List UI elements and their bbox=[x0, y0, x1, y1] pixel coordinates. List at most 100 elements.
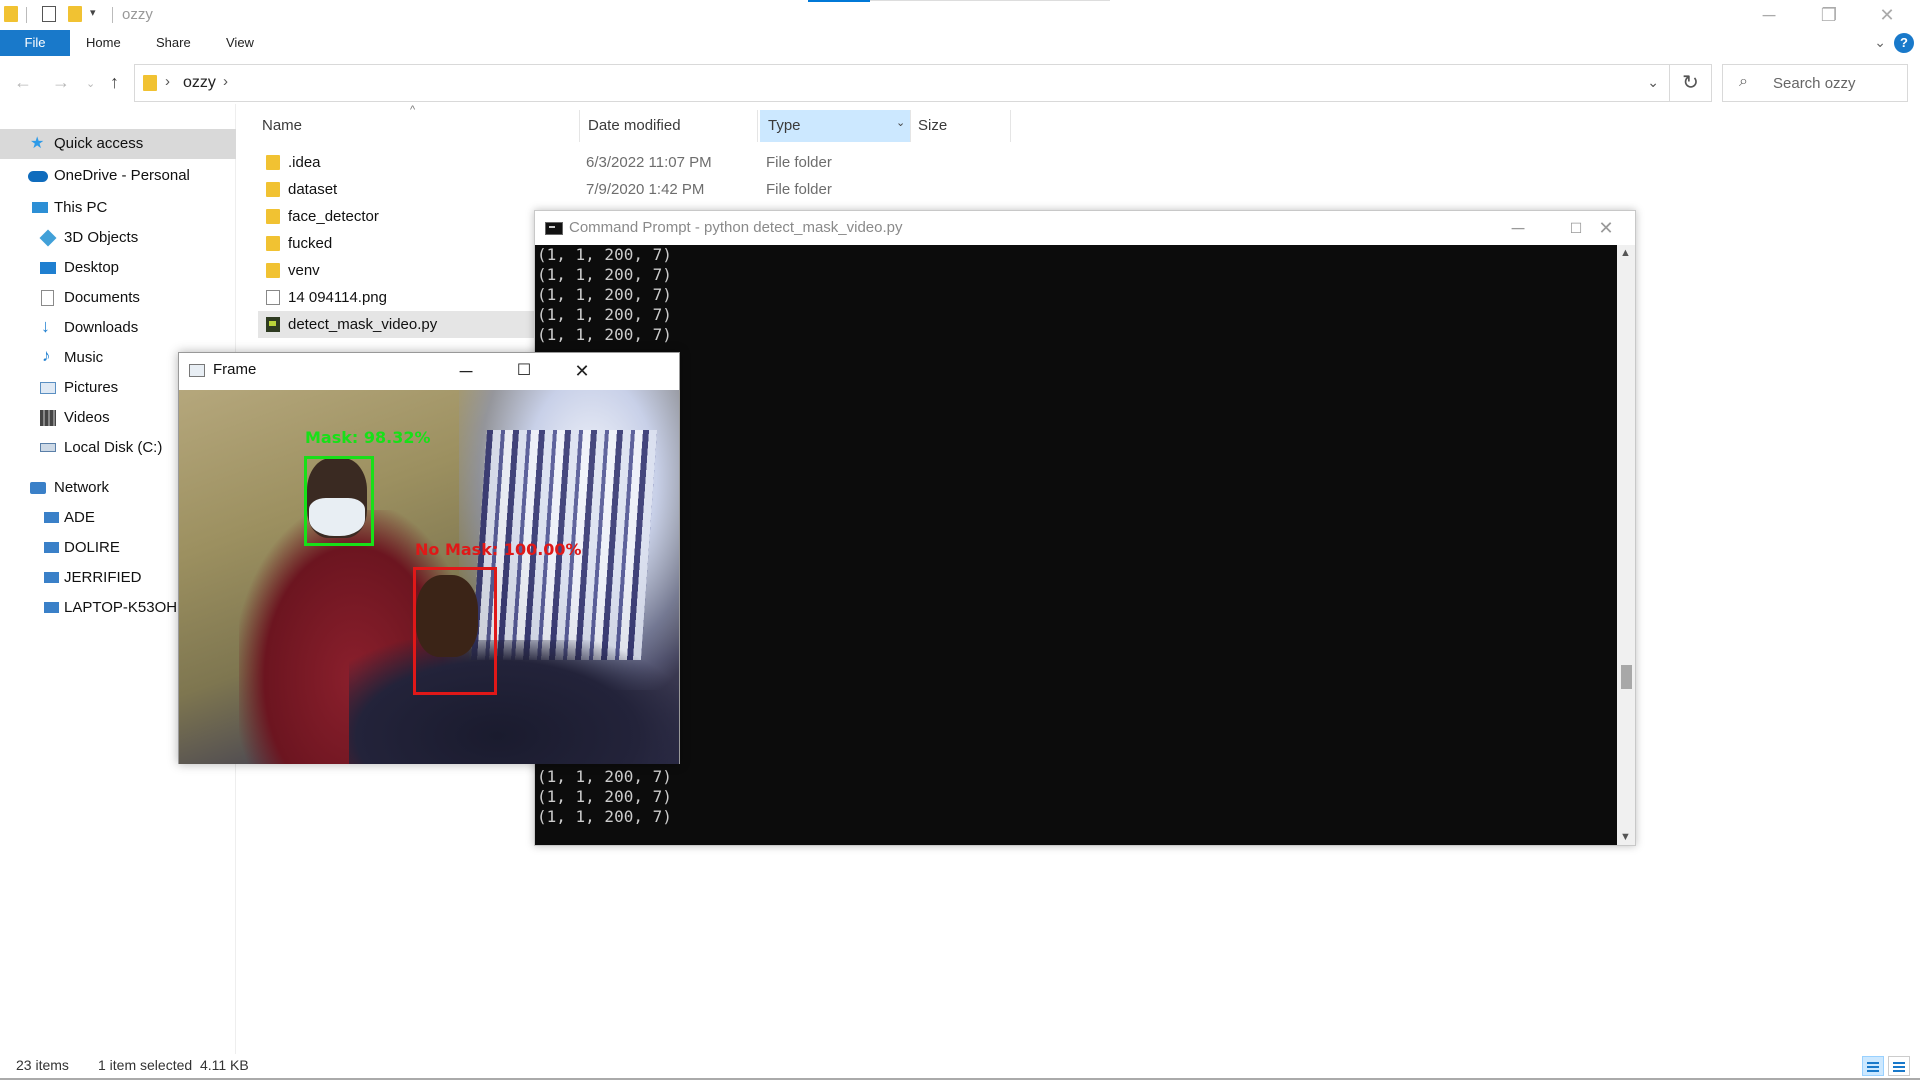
cmd-output-line: (1, 1, 200, 7) bbox=[537, 245, 672, 264]
sidebar-item-label: Pictures bbox=[64, 379, 119, 396]
ribbon-tabs: File Home Share View ⌄ ? bbox=[0, 30, 1920, 56]
sidebar-item-desktop[interactable]: Desktop bbox=[0, 253, 236, 283]
detection-label-no-mask: No Mask: 100.00% bbox=[415, 540, 582, 559]
sidebar-item-label: DOLIRE bbox=[64, 539, 120, 556]
selection-info: 1 item selected 4.11 KB bbox=[98, 1057, 249, 1073]
cmd-output-line: (1, 1, 200, 7) bbox=[537, 807, 672, 826]
file-type: File folder bbox=[766, 181, 832, 198]
search-box[interactable]: ⌕ bbox=[1722, 64, 1908, 102]
cube-icon bbox=[39, 229, 57, 247]
minimize-button[interactable]: ─ bbox=[1489, 214, 1547, 242]
column-separator[interactable] bbox=[910, 110, 911, 142]
folder-icon bbox=[143, 75, 157, 91]
file-name: detect_mask_video.py bbox=[288, 316, 438, 333]
star-icon: ★ bbox=[30, 135, 45, 152]
maximize-button[interactable]: ☐ bbox=[495, 355, 553, 387]
help-button[interactable]: ? bbox=[1894, 33, 1914, 53]
close-button[interactable]: ✕ bbox=[1858, 0, 1916, 30]
column-separator[interactable] bbox=[757, 110, 758, 142]
close-button[interactable]: ✕ bbox=[553, 355, 611, 387]
search-input[interactable] bbox=[1771, 74, 1901, 93]
restore-button[interactable]: ❐ bbox=[1800, 0, 1858, 30]
frame-titlebar[interactable]: Frame ─ ☐ ✕ bbox=[179, 353, 679, 389]
file-row[interactable]: dataset 7/9/2020 1:42 PM File folder bbox=[258, 176, 832, 203]
customize-toolbar-chevron-icon[interactable]: ▾ bbox=[90, 6, 96, 19]
column-header-size[interactable]: Size bbox=[918, 110, 947, 142]
new-folder-icon[interactable] bbox=[68, 6, 82, 22]
sidebar-item-3d-objects[interactable]: 3D Objects bbox=[0, 223, 236, 253]
cmd-output[interactable]: (1, 1, 200, 7) (1, 1, 200, 7) (1, 1, 200… bbox=[535, 245, 1617, 845]
file-type: File folder bbox=[766, 154, 832, 171]
scroll-down-arrow-icon[interactable]: ▼ bbox=[1620, 831, 1631, 843]
back-arrow-icon[interactable]: ← bbox=[14, 72, 32, 93]
window-icon bbox=[189, 364, 205, 377]
tab-share[interactable]: Share bbox=[142, 30, 205, 56]
sidebar-item-label: LAPTOP-K53OHP bbox=[64, 599, 188, 616]
details-view-icon[interactable] bbox=[1862, 1056, 1884, 1076]
sidebar-item-downloads[interactable]: ↓ Downloads bbox=[0, 313, 236, 343]
cmd-title: Command Prompt - python detect_mask_vide… bbox=[569, 219, 903, 236]
file-name: 14 094114.png bbox=[288, 289, 387, 306]
expand-ribbon-chevron-icon[interactable]: ⌄ bbox=[1874, 34, 1886, 51]
file-date: 6/3/2022 11:07 PM bbox=[586, 154, 712, 171]
column-header-name[interactable]: Name bbox=[262, 110, 302, 142]
sidebar-item-label: Downloads bbox=[64, 319, 139, 336]
sidebar-item-this-pc[interactable]: This PC bbox=[0, 193, 236, 223]
sidebar-item-documents[interactable]: Documents bbox=[0, 283, 236, 313]
column-header-type[interactable]: Type bbox=[760, 110, 910, 142]
folder-icon bbox=[266, 155, 280, 170]
image-file-icon bbox=[266, 290, 280, 305]
refresh-button[interactable]: ↻ bbox=[1670, 64, 1712, 102]
file-row[interactable]: 14 094114.png bbox=[258, 284, 534, 311]
file-row[interactable]: .idea 6/3/2022 11:07 PM File folder bbox=[258, 149, 832, 176]
close-button[interactable]: ✕ bbox=[1577, 214, 1635, 242]
minimize-button[interactable]: ─ bbox=[1740, 0, 1798, 30]
cmd-titlebar[interactable]: Command Prompt - python detect_mask_vide… bbox=[535, 211, 1635, 245]
frame-window[interactable]: Frame ─ ☐ ✕ Mask: 98.32% No Mask: 100.00… bbox=[178, 352, 680, 764]
column-header-date-modified[interactable]: Date modified bbox=[588, 110, 681, 142]
address-bar[interactable]: › ozzy › ⌄ bbox=[134, 64, 1670, 102]
search-icon: ⌕ bbox=[1739, 73, 1748, 90]
scrollbar-thumb[interactable] bbox=[1621, 665, 1632, 689]
file-row[interactable]: face_detector bbox=[258, 203, 534, 230]
command-prompt-window[interactable]: Command Prompt - python detect_mask_vide… bbox=[534, 210, 1636, 846]
videos-icon bbox=[40, 410, 56, 426]
properties-icon[interactable] bbox=[42, 6, 56, 22]
folder-icon bbox=[4, 6, 18, 22]
column-filter-chevron-icon[interactable]: ⌄ bbox=[896, 116, 905, 129]
tab-file[interactable]: File bbox=[0, 30, 70, 56]
chevron-right-icon[interactable]: › bbox=[165, 73, 170, 90]
chevron-right-icon[interactable]: › bbox=[223, 73, 228, 90]
large-icons-view-icon[interactable] bbox=[1888, 1056, 1910, 1076]
sidebar-item-onedrive[interactable]: OneDrive - Personal bbox=[0, 161, 236, 191]
sidebar-item-label: Network bbox=[54, 479, 110, 496]
up-arrow-icon[interactable]: ↑ bbox=[110, 72, 119, 93]
file-name: fucked bbox=[288, 235, 333, 252]
minimize-button[interactable]: ─ bbox=[437, 355, 495, 387]
cloud-icon bbox=[28, 171, 48, 182]
sidebar-item-quick-access[interactable]: ★ Quick access bbox=[0, 129, 236, 159]
computer-icon bbox=[44, 542, 59, 553]
sidebar-item-label: Documents bbox=[64, 289, 140, 306]
sidebar-item-label: OneDrive - Personal bbox=[54, 167, 190, 184]
address-dropdown-chevron-icon[interactable]: ⌄ bbox=[1647, 74, 1659, 91]
pictures-icon bbox=[40, 382, 56, 394]
recent-locations-chevron-icon[interactable]: ⌄ bbox=[86, 77, 95, 90]
folder-icon bbox=[266, 263, 280, 278]
file-row[interactable]: venv bbox=[258, 257, 534, 284]
tab-home[interactable]: Home bbox=[72, 30, 135, 56]
column-separator[interactable] bbox=[1010, 110, 1011, 142]
scroll-up-arrow-icon[interactable]: ▲ bbox=[1620, 247, 1631, 259]
sidebar-item-label: Quick access bbox=[54, 135, 144, 152]
tab-view[interactable]: View bbox=[212, 30, 268, 56]
file-row[interactable]: fucked bbox=[258, 230, 534, 257]
cmd-scrollbar[interactable]: ▲ ▼ bbox=[1617, 245, 1635, 845]
forward-arrow-icon[interactable]: → bbox=[52, 72, 70, 93]
file-row-selected[interactable]: detect_mask_video.py bbox=[258, 311, 534, 338]
column-separator[interactable] bbox=[579, 110, 580, 142]
folder-icon bbox=[266, 209, 280, 224]
download-icon: ↓ bbox=[41, 316, 50, 336]
cmd-output-line: (1, 1, 200, 7) bbox=[537, 787, 672, 806]
cmd-output-line: (1, 1, 200, 7) bbox=[537, 305, 672, 324]
breadcrumb-ozzy[interactable]: ozzy bbox=[183, 74, 216, 92]
